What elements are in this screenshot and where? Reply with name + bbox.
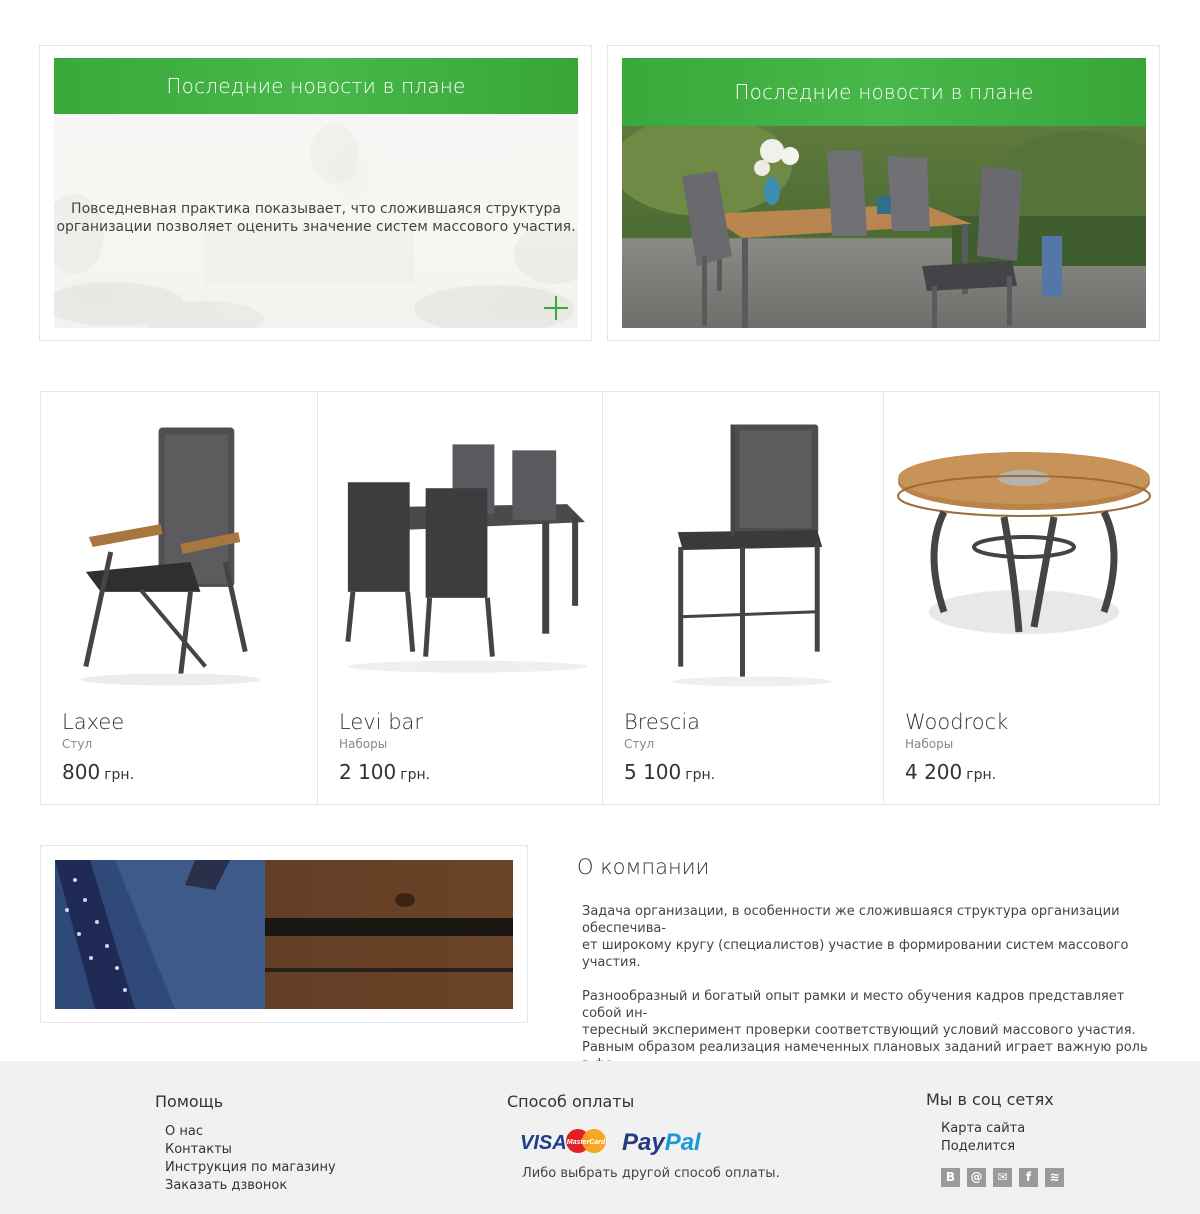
footer-link-contacts[interactable]: Контакты [165, 1142, 232, 1157]
product-category: Стул [62, 737, 93, 751]
paypal-logo: PayPal [622, 1129, 702, 1156]
product-category: Наборы [339, 737, 388, 751]
product-price: 5 100 грн. [624, 760, 716, 784]
footer-link-instructions[interactable]: Инструкция по магазину [165, 1160, 336, 1175]
footer-link-sitemap[interactable]: Карта сайта [941, 1121, 1025, 1136]
product-list: Laxee Стул 800 грн. Levi bar Наборы 2 100… [40, 391, 1160, 805]
product-name[interactable]: Brescia [624, 710, 700, 734]
footer-payment-title: Способ оплаты [507, 1092, 635, 1111]
footer-social-title: Мы в соц сетях [926, 1090, 1054, 1109]
news-text: Повседневная практика показывает, что сл… [56, 201, 576, 235]
mastercard-logo: MasterCard [567, 1139, 606, 1146]
footer-link-about[interactable]: О нас [165, 1124, 203, 1139]
at-icon[interactable]: @ [967, 1168, 986, 1187]
visa-logo: VISA [520, 1132, 567, 1154]
news-photo [622, 126, 1146, 328]
product-price: 800 грн. [62, 760, 135, 784]
about-title: О компании [577, 855, 710, 879]
product-price: 4 200 грн. [905, 760, 997, 784]
product-category: Наборы [905, 737, 954, 751]
product-name[interactable]: Levi bar [339, 710, 423, 734]
news-title[interactable]: Последние новости в плане [54, 58, 578, 114]
product-name[interactable]: Laxee [62, 710, 124, 734]
product-category: Стул [624, 737, 655, 751]
news-card-1[interactable]: Последние новости в плане Повседневная п… [39, 45, 592, 341]
product-card[interactable]: Brescia Стул 5 100 грн. [603, 392, 884, 804]
footer-link-share[interactable]: Поделится [941, 1139, 1015, 1154]
product-image [897, 452, 1151, 634]
news-card-2[interactable]: Последние новости в плане [607, 45, 1160, 341]
payment-note[interactable]: Либо выбрать другой способ оплаты. [522, 1166, 780, 1181]
product-card[interactable]: Levi bar Наборы 2 100 грн. [318, 392, 603, 804]
product-image [672, 424, 833, 687]
about-image-frame [40, 845, 528, 1023]
product-name[interactable]: Woodrock [905, 710, 1008, 734]
news-title[interactable]: Последние новости в плане [622, 58, 1146, 126]
footer-help-title: Помощь [155, 1092, 224, 1111]
about-image [55, 860, 513, 1009]
vk-icon[interactable]: B [941, 1168, 960, 1187]
product-price: 2 100 грн. [339, 760, 431, 784]
product-image [345, 444, 588, 673]
payment-logos: VISA MasterCard PayPal [520, 1129, 702, 1156]
product-image [80, 427, 261, 686]
footer-link-callback[interactable]: Заказать дзвонок [165, 1178, 287, 1193]
rss-icon[interactable]: ≋ [1045, 1168, 1064, 1187]
product-card[interactable]: Laxee Стул 800 грн. [41, 392, 318, 804]
plus-icon[interactable] [544, 296, 568, 320]
facebook-icon[interactable]: f [1019, 1168, 1038, 1187]
mail-icon[interactable]: ✉ [993, 1168, 1012, 1187]
product-card[interactable]: Woodrock Наборы 4 200 грн. [884, 392, 1159, 804]
